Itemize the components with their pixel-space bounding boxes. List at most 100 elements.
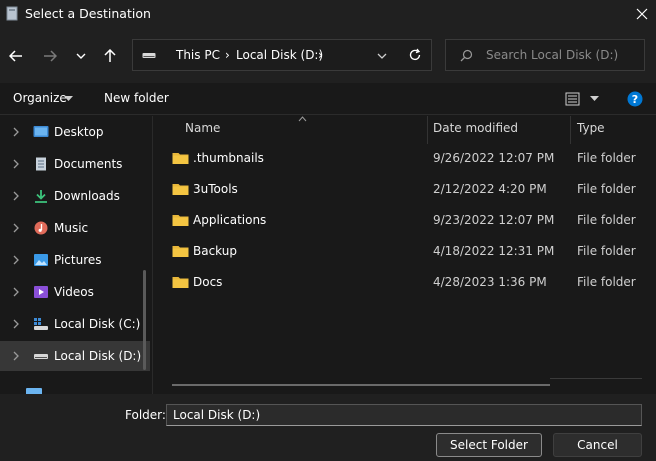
app-icon [6, 6, 18, 21]
caret-down-icon[interactable] [64, 96, 73, 102]
file-type: File folder [577, 275, 636, 289]
file-type: File folder [577, 244, 636, 258]
navigation-pane: Desktop Documents Downloads Music Pictur… [0, 116, 150, 394]
sidebar-item-label: Pictures [54, 253, 102, 267]
desktop-icon [33, 126, 49, 137]
arrow-left-icon [9, 50, 22, 62]
chevron-right-icon[interactable] [11, 221, 21, 235]
horizontal-scrollbar-track [550, 378, 642, 379]
refresh-icon[interactable] [408, 48, 422, 62]
documents-icon [36, 157, 46, 171]
folder-field-value: Local Disk (D:) [173, 408, 261, 422]
list-item[interactable]: Docs 4/28/2023 1:36 PM File folder [153, 268, 656, 298]
organize-menu[interactable]: Organize [13, 91, 67, 105]
chevron-right-icon[interactable] [11, 189, 21, 203]
new-folder-button[interactable]: New folder [104, 91, 169, 105]
file-name: Applications [193, 213, 267, 227]
address-bar[interactable]: This PC › Local Disk (D:) › [132, 39, 432, 71]
horizontal-scrollbar[interactable] [172, 384, 550, 386]
file-date: 9/26/2022 12:07 PM [433, 151, 555, 165]
chevron-right-icon[interactable] [11, 253, 21, 267]
view-options-icon[interactable] [565, 92, 580, 106]
music-icon [34, 221, 48, 235]
forward-button[interactable] [36, 42, 64, 70]
list-item[interactable]: .thumbnails 9/26/2022 12:07 PM File fold… [153, 144, 656, 174]
close-button[interactable] [628, 0, 656, 28]
folder-field[interactable]: Local Disk (D:) [166, 404, 642, 426]
sidebar-item-label: Music [54, 221, 89, 235]
windows-drive-icon [34, 318, 48, 330]
breadcrumb-separator-icon[interactable]: › [225, 48, 230, 62]
close-icon [636, 8, 648, 20]
chevron-right-icon[interactable] [11, 349, 21, 363]
drive-icon [142, 53, 156, 58]
network-icon [24, 386, 46, 394]
pictures-icon [34, 254, 48, 266]
window-title: Select a Destination [25, 6, 151, 21]
sidebar-item-label: Desktop [54, 125, 104, 139]
folder-icon [172, 184, 189, 195]
breadcrumb-this-pc[interactable]: This PC [176, 48, 220, 62]
folder-icon [172, 246, 189, 257]
sidebar-item-downloads[interactable]: Downloads [0, 181, 150, 211]
column-header-name[interactable]: Name [185, 121, 220, 135]
up-button[interactable] [96, 42, 124, 70]
sidebar-item-local-disk-c[interactable]: Local Disk (C:) [0, 309, 150, 339]
videos-icon [34, 286, 48, 298]
list-item[interactable]: Applications 9/23/2022 12:07 PM File fol… [153, 206, 656, 236]
chevron-down-icon [76, 53, 86, 59]
sidebar-item-local-disk-d[interactable]: Local Disk (D:) [0, 341, 150, 371]
help-icon[interactable]: ? [627, 91, 643, 107]
chevron-down-icon[interactable] [377, 52, 387, 60]
title-bar: Select a Destination [0, 0, 656, 28]
file-date: 2/12/2022 4:20 PM [433, 182, 547, 196]
folder-label: Folder: [125, 408, 166, 422]
chevron-right-icon[interactable] [11, 157, 21, 171]
downloads-icon [35, 190, 47, 203]
file-type: File folder [577, 213, 636, 227]
search-icon [460, 49, 473, 62]
column-divider[interactable] [427, 116, 428, 144]
column-divider[interactable] [570, 116, 571, 144]
cancel-button[interactable]: Cancel [553, 433, 642, 457]
search-box[interactable]: Search Local Disk (D:) [445, 39, 645, 71]
breadcrumb-local-disk[interactable]: Local Disk (D:) [236, 48, 323, 62]
sidebar-item-label: Local Disk (C:) [54, 317, 141, 331]
sidebar-item-documents[interactable]: Documents [0, 149, 150, 179]
select-folder-button[interactable]: Select Folder [436, 433, 542, 457]
sidebar-item-music[interactable]: Music [0, 213, 150, 243]
column-header-type[interactable]: Type [577, 121, 605, 135]
file-name: .thumbnails [193, 151, 264, 165]
arrow-right-icon [44, 50, 57, 62]
column-header-date[interactable]: Date modified [433, 121, 518, 135]
file-date: 4/28/2023 1:36 PM [433, 275, 547, 289]
back-button[interactable] [2, 42, 30, 70]
search-input[interactable]: Search Local Disk (D:) [486, 48, 618, 62]
file-name: 3uTools [193, 182, 238, 196]
sidebar-item-label: Documents [54, 157, 123, 171]
sidebar-item-pictures[interactable]: Pictures [0, 245, 150, 275]
folder-icon [172, 215, 189, 226]
folder-icon [172, 277, 189, 288]
file-date: 4/18/2022 12:31 PM [433, 244, 555, 258]
nav-pane-scrollbar[interactable] [143, 270, 146, 370]
drive-icon [34, 354, 48, 359]
breadcrumb-separator-icon[interactable]: › [318, 48, 323, 62]
caret-down-icon[interactable] [590, 96, 599, 102]
folder-icon [172, 153, 189, 164]
list-item[interactable]: 3uTools 2/12/2022 4:20 PM File folder [153, 175, 656, 205]
sidebar-item-desktop[interactable]: Desktop [0, 117, 150, 147]
chevron-right-icon[interactable] [11, 125, 21, 139]
chevron-right-icon[interactable] [11, 285, 21, 299]
sidebar-item-label: Videos [54, 285, 94, 299]
svg-text:?: ? [632, 93, 638, 106]
command-bar: Organize New folder ? [0, 83, 656, 115]
sidebar-item-label: Local Disk (D:) [54, 349, 142, 363]
file-list: Name Date modified Type .thumbnails 9/26… [153, 116, 656, 394]
recent-locations-button[interactable] [67, 42, 95, 70]
sidebar-item-videos[interactable]: Videos [0, 277, 150, 307]
chevron-right-icon[interactable] [11, 317, 21, 331]
file-type: File folder [577, 151, 636, 165]
sort-ascending-icon [298, 116, 307, 122]
list-item[interactable]: Backup 4/18/2022 12:31 PM File folder [153, 237, 656, 267]
